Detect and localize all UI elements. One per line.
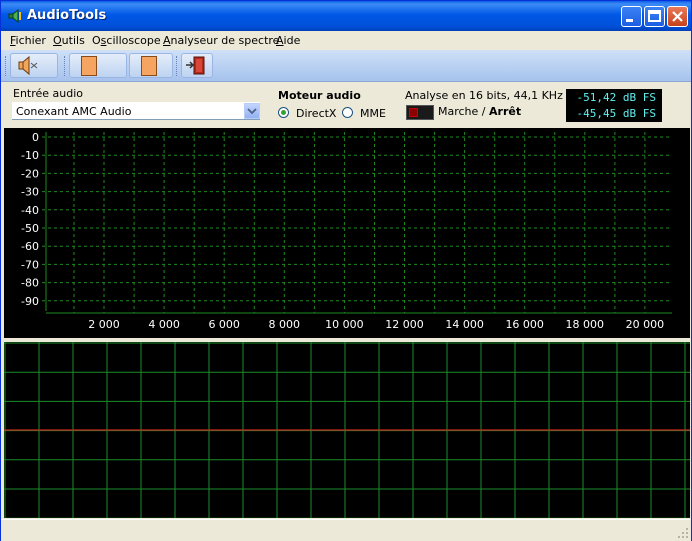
input-label: Entrée audio: [13, 87, 84, 100]
analysis-info: Analyse en 16 bits, 44,1 KHz: [405, 89, 563, 102]
power-toggle[interactable]: [406, 105, 434, 120]
close-icon: [672, 11, 683, 22]
menu-oscilloscope-pre: O: [92, 34, 101, 47]
dropdown-button[interactable]: [244, 103, 260, 119]
toolbar: [1, 50, 691, 82]
spectrum-x-tick: 2 000: [88, 318, 120, 331]
spectrum-y-tick: -80: [21, 277, 39, 290]
exit-door-icon: [186, 56, 205, 75]
toolbar-grip: [176, 56, 180, 76]
oscilloscope-block-icon: [81, 56, 97, 76]
spectrum-x-tick: 14 000: [445, 318, 484, 331]
toolbar-grip: [64, 56, 68, 76]
menu-aide[interactable]: Aide: [276, 34, 300, 47]
radio-mme[interactable]: [342, 107, 353, 118]
menu-outils[interactable]: Outils: [53, 34, 85, 47]
spectrum-block-icon: [141, 56, 157, 76]
spectrum-y-tick: -90: [21, 295, 39, 308]
radio-selected-dot: [281, 110, 286, 115]
oscilloscope-button[interactable]: [69, 53, 127, 78]
maximize-icon: [648, 10, 661, 22]
minimize-button[interactable]: [621, 6, 642, 27]
exit-button[interactable]: [181, 53, 213, 78]
menu-aide-label: ide: [283, 34, 301, 47]
spectrum-y-tick: -10: [21, 149, 39, 162]
speaker-mute-icon: [18, 55, 38, 76]
menu-oscilloscope[interactable]: Oscilloscope: [92, 34, 161, 47]
level-display: -51,42 dB FS -45,45 dB FS: [566, 89, 662, 122]
radio-directx[interactable]: [278, 107, 289, 118]
maximize-button[interactable]: [644, 6, 665, 27]
menu-outils-label: utils: [61, 34, 85, 47]
toggle-off-label: Arrêt: [489, 105, 522, 118]
oscilloscope-plot: [4, 342, 690, 518]
window-title: AudioTools: [27, 8, 107, 23]
spectrum-x-tick: 18 000: [566, 318, 605, 331]
spectrum-y-tick: -70: [21, 258, 39, 271]
spectrum-x-tick: 10 000: [325, 318, 364, 331]
spectrum-x-tick: 6 000: [208, 318, 240, 331]
spectrum-y-tick: -40: [21, 204, 39, 217]
spectrum-x-tick: 8 000: [269, 318, 301, 331]
menu-bar: Fichier Outils Oscilloscope Analyseur de…: [1, 31, 691, 50]
level-left: -51,42 dB FS: [576, 91, 656, 104]
toggle-sep: /: [478, 105, 490, 118]
spectrum-y-tick: -50: [21, 222, 39, 235]
toolbar-grip: [5, 56, 9, 76]
menu-aide-key: A: [276, 34, 284, 47]
audio-input-select[interactable]: Conexant AMC Audio: [12, 102, 260, 120]
spectrum-y-tick: -60: [21, 240, 39, 253]
title-bar[interactable]: AudioTools: [1, 1, 691, 31]
spectrum-y-tick: 0: [32, 131, 39, 144]
menu-fichier-label: ichier: [15, 34, 46, 47]
toggle-on-label: Marche: [438, 105, 479, 118]
resize-grip-icon[interactable]: [677, 527, 689, 539]
status-bar: [1, 519, 691, 541]
radio-directx-label: DirectX: [296, 107, 337, 120]
spectrum-x-tick: 4 000: [148, 318, 180, 331]
menu-analyseur-key: A: [163, 34, 171, 47]
spectrum-x-tick: 12 000: [385, 318, 424, 331]
spectrum-x-tick: 16 000: [505, 318, 544, 331]
menu-outils-key: O: [53, 34, 62, 47]
audio-icon: [8, 8, 21, 24]
mute-button[interactable]: [10, 53, 58, 78]
menu-oscilloscope-label: cilloscope: [106, 34, 161, 47]
spectrum-y-tick: -20: [21, 167, 39, 180]
menu-fichier[interactable]: Fichier: [10, 34, 46, 47]
spectrum-y-tick: -30: [21, 186, 39, 199]
radio-mme-label: MME: [360, 107, 386, 120]
minimize-icon: [626, 19, 633, 22]
menu-analyseur[interactable]: Analyseur de spectre: [163, 34, 279, 47]
level-right: -45,45 dB FS: [576, 107, 656, 120]
power-indicator: [409, 108, 418, 117]
menu-analyseur-label: nalyseur de spectre: [170, 34, 280, 47]
chevron-down-icon: [247, 108, 257, 115]
spectrum-button[interactable]: [129, 53, 173, 78]
close-button[interactable]: [667, 6, 688, 27]
audio-input-value: Conexant AMC Audio: [16, 105, 132, 118]
spectrum-plot: 0 -10 -20 -30 -40 -50 -60 -70 -80 -90 2 000 4 000 6 …: [21, 131, 672, 331]
spectrum-analyzer[interactable]: 0 -10 -20 -30 -40 -50 -60 -70 -80 -90 2 000 4 000 6 …: [4, 128, 690, 338]
app-window: AudioTools Fichier Outils Oscilloscope A…: [0, 0, 692, 541]
oscilloscope[interactable]: [4, 342, 690, 518]
toggle-label: Marche / Arrêt: [438, 105, 521, 118]
spectrum-x-tick: 20 000: [626, 318, 665, 331]
engine-label: Moteur audio: [278, 89, 361, 102]
